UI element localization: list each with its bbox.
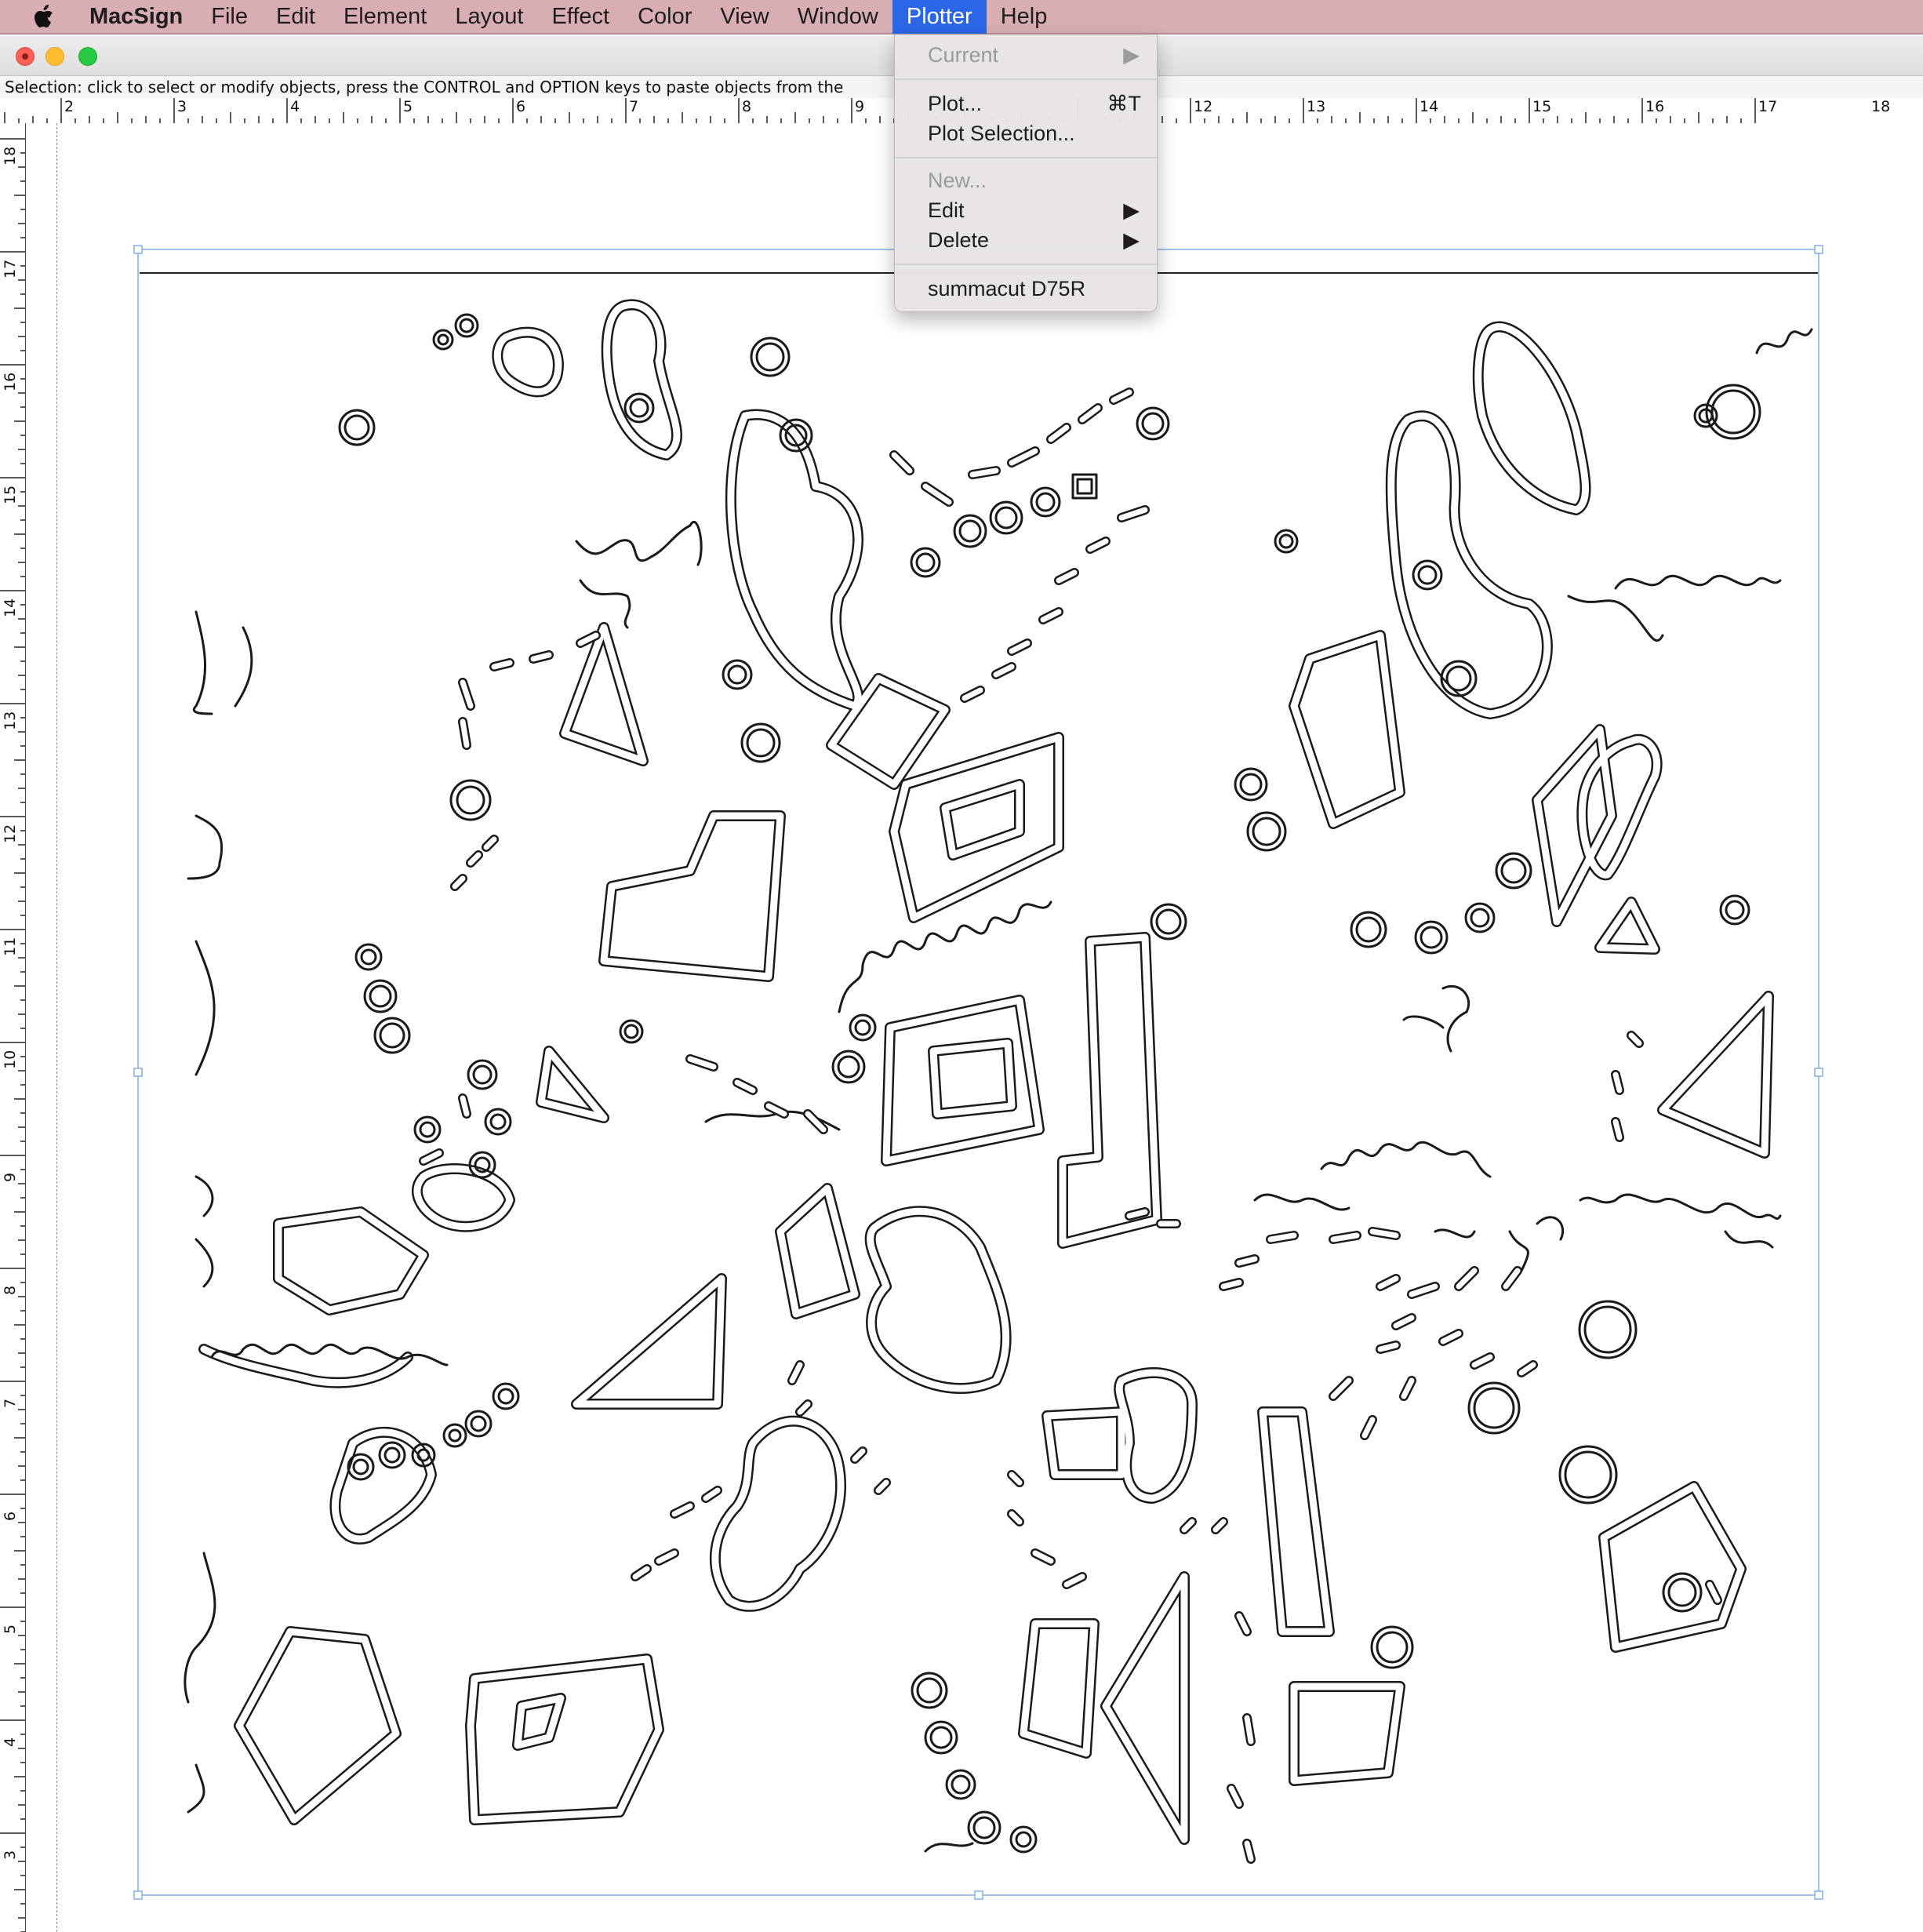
menu-help[interactable]: Help <box>987 0 1062 34</box>
menu-edit[interactable]: Edit <box>262 0 329 34</box>
ruler-label: 9 <box>2 1172 19 1182</box>
window-close-button[interactable] <box>16 47 35 66</box>
ruler-label: 4 <box>290 98 300 115</box>
ruler-label: 4 <box>2 1737 19 1747</box>
ruler-label: 3 <box>2 1850 19 1860</box>
ruler-label: 18 <box>2 146 19 166</box>
ruler-label: 10 <box>2 1050 19 1069</box>
ruler-label: 15 <box>1532 98 1552 115</box>
submenu-arrow-icon: ▶ <box>1123 228 1140 252</box>
ruler-label: 18 <box>1871 98 1891 115</box>
menu-item-plot[interactable]: Plot... ⌘T <box>895 89 1157 118</box>
app-name-menu[interactable]: MacSign <box>83 4 197 30</box>
window-minimize-button[interactable] <box>45 47 64 66</box>
menu-color[interactable]: Color <box>623 0 706 34</box>
ruler-label: 2 <box>64 98 75 115</box>
menu-item-edit[interactable]: Edit ▶ <box>895 196 1157 224</box>
ruler-label: 5 <box>403 98 413 115</box>
menu-element[interactable]: Element <box>329 0 441 34</box>
menu-effect[interactable]: Effect <box>537 0 623 34</box>
menu-separator <box>895 78 1157 80</box>
plot-shortcut: ⌘T <box>1107 92 1142 115</box>
margin-guide <box>56 123 57 1932</box>
ruler-label: 5 <box>2 1624 19 1634</box>
menu-file[interactable]: File <box>197 0 262 34</box>
ruler-label: 6 <box>2 1511 19 1521</box>
ruler-label: 15 <box>2 485 19 504</box>
ruler-label: 13 <box>1307 98 1326 115</box>
selection-bounds <box>137 249 1819 1896</box>
menu-bar: MacSign File Edit Element Layout Effect … <box>0 0 1923 35</box>
menu-window[interactable]: Window <box>783 0 892 34</box>
ruler-label: 8 <box>742 98 752 115</box>
ruler-label: 14 <box>1420 98 1439 115</box>
ruler-label: 17 <box>1758 98 1778 115</box>
drawing-canvas[interactable] <box>26 123 1923 1932</box>
vertical-ruler: 18 17 16 15 14 13 12 11 10 9 8 7 6 5 4 3 <box>0 123 26 1932</box>
ruler-label: 7 <box>2 1398 19 1408</box>
menu-plotter[interactable]: Plotter <box>892 0 987 34</box>
ruler-label: 12 <box>2 824 19 843</box>
ruler-label: 16 <box>2 372 19 391</box>
apple-logo-icon[interactable] <box>28 1 60 32</box>
ruler-label: 11 <box>2 937 19 956</box>
menu-item-new: New... <box>928 169 987 192</box>
menu-separator <box>895 157 1157 158</box>
menu-item-current: Current ▶ <box>895 41 1157 69</box>
ruler-label: 9 <box>855 98 865 115</box>
plotter-dropdown-menu: Current ▶ Plot... ⌘T Plot Selection... N… <box>894 35 1158 312</box>
vector-artwork[interactable] <box>26 123 1923 1932</box>
menu-item-plot-selection[interactable]: Plot Selection... <box>895 119 1157 147</box>
ruler-label: 17 <box>2 259 19 278</box>
ruler-label: 16 <box>1645 98 1665 115</box>
ruler-label: 12 <box>1194 98 1213 115</box>
window-zoom-button[interactable] <box>78 47 97 66</box>
ruler-label: 14 <box>2 598 19 617</box>
ruler-label: 7 <box>629 98 639 115</box>
menu-layout[interactable]: Layout <box>441 0 537 34</box>
ruler-label: 3 <box>177 98 187 115</box>
ruler-label: 13 <box>2 711 19 730</box>
menu-view[interactable]: View <box>706 0 783 34</box>
ruler-label: 8 <box>2 1285 19 1295</box>
submenu-arrow-icon: ▶ <box>1123 198 1140 222</box>
doodle-shapes <box>184 299 1813 1864</box>
selection-handles[interactable] <box>133 245 1823 1900</box>
submenu-arrow-icon: ▶ <box>1123 43 1140 67</box>
menu-item-summacut-d75r[interactable]: summacut D75R <box>895 275 1157 303</box>
menu-separator <box>895 264 1157 265</box>
menu-item-delete[interactable]: Delete ▶ <box>895 226 1157 254</box>
ruler-label: 6 <box>516 98 526 115</box>
